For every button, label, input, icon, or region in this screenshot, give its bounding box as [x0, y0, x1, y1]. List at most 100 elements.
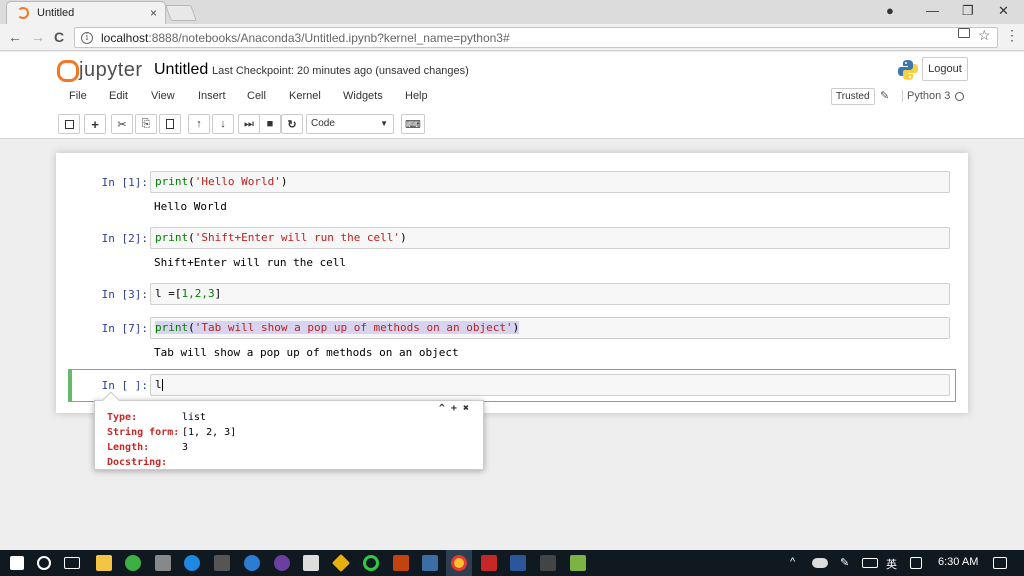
- tab-close-icon[interactable]: ×: [150, 6, 157, 20]
- cell-input[interactable]: l =[1,2,3]: [150, 283, 950, 305]
- cell-input[interactable]: print('Shift+Enter will run the cell'): [150, 227, 950, 249]
- code-cell[interactable]: In [7]: print('Tab will show a pop up of…: [68, 317, 952, 362]
- menu-view[interactable]: View: [151, 90, 175, 102]
- edge-browser-icon[interactable]: [184, 555, 200, 571]
- move-down-button[interactable]: ↓: [212, 114, 234, 134]
- edit-mode-pencil-icon: ✎: [880, 90, 890, 102]
- notebook-name[interactable]: Untitled: [154, 61, 208, 79]
- cell-input[interactable]: l: [150, 374, 950, 396]
- code-cell[interactable]: In [1]: print('Hello World') Hello World: [68, 171, 952, 216]
- app-icon[interactable]: [393, 555, 409, 571]
- logout-button[interactable]: Logout: [922, 57, 968, 81]
- sticky-app-icon[interactable]: [331, 553, 351, 573]
- pen-icon[interactable]: ✎: [840, 556, 849, 569]
- forward-button[interactable]: →: [31, 29, 45, 45]
- command-palette-button[interactable]: ⌨: [401, 114, 425, 134]
- terminal-icon[interactable]: [540, 555, 556, 571]
- menu-help[interactable]: Help: [405, 90, 428, 102]
- bookmark-star-icon[interactable]: ☆: [978, 27, 991, 44]
- new-tab-button[interactable]: [165, 5, 197, 21]
- notebook-container: In [1]: print('Hello World') Hello World…: [56, 153, 968, 413]
- code-cell[interactable]: In [3]: l =[1,2,3]: [68, 283, 952, 307]
- cast-icon[interactable]: [958, 28, 970, 38]
- code-text: l: [155, 378, 162, 391]
- browser-tab[interactable]: Untitled ×: [6, 1, 166, 24]
- code-fn: print: [155, 231, 189, 244]
- url-host: localhost: [101, 30, 149, 45]
- browser-menu-icon[interactable]: ⋮: [1005, 27, 1019, 44]
- chat-app-icon[interactable]: [125, 555, 141, 571]
- store-icon[interactable]: [214, 555, 230, 571]
- kernel-name[interactable]: Python 3: [902, 90, 950, 102]
- cut-button[interactable]: ✂: [111, 114, 133, 134]
- insert-cell-button[interactable]: +: [84, 114, 106, 134]
- jupyter-favicon-icon: [17, 7, 29, 19]
- input-mode-icon[interactable]: [910, 557, 922, 569]
- menu-file[interactable]: File: [69, 90, 87, 102]
- account-icon[interactable]: ●: [886, 3, 894, 18]
- menu-edit[interactable]: Edit: [109, 90, 128, 102]
- restart-button[interactable]: ↻: [281, 114, 303, 134]
- tooltip-row-type: Type: list: [107, 412, 206, 423]
- info-icon[interactable]: i: [81, 31, 93, 44]
- tooltip-controls[interactable]: ^ + ✖: [439, 403, 469, 414]
- active-code-cell[interactable]: In [ ]: l: [68, 369, 956, 402]
- internet-explorer-icon[interactable]: [244, 555, 260, 571]
- back-button[interactable]: ←: [8, 29, 22, 45]
- interrupt-button[interactable]: ■: [259, 114, 281, 134]
- chevron-up-icon[interactable]: ^: [790, 556, 795, 568]
- jupyter-logo[interactable]: jupyter: [56, 59, 143, 82]
- cell-type-select[interactable]: Code ▼: [306, 114, 394, 134]
- cell-output: Shift+Enter will run the cell: [154, 256, 347, 269]
- onedrive-icon[interactable]: [812, 558, 828, 568]
- code-string: 'Hello World': [194, 175, 281, 188]
- menu-widgets[interactable]: Widgets: [343, 90, 383, 102]
- kernel-status-icon: [955, 92, 964, 101]
- minimize-button[interactable]: —: [926, 3, 939, 18]
- copy-button[interactable]: ⎘: [135, 114, 157, 134]
- cell-input[interactable]: print('Hello World'): [150, 171, 950, 193]
- chevron-down-icon: ▼: [380, 119, 388, 128]
- task-view-icon[interactable]: [64, 557, 80, 569]
- tab-title: Untitled: [37, 7, 75, 19]
- window-close-button[interactable]: ✕: [998, 3, 1009, 19]
- tooltip-type-value: list: [182, 412, 207, 423]
- code-fn: print: [155, 321, 189, 334]
- menu-kernel[interactable]: Kernel: [289, 90, 321, 102]
- tooltip-length-value: 3: [182, 442, 189, 453]
- run-button[interactable]: ⏭: [238, 114, 260, 134]
- word-icon[interactable]: [510, 555, 526, 571]
- menu-insert[interactable]: Insert: [198, 90, 226, 102]
- image-viewer-icon[interactable]: [570, 555, 586, 571]
- code-post: ]: [214, 287, 222, 300]
- notifications-icon[interactable]: [993, 557, 1007, 569]
- shield-icon[interactable]: [481, 555, 497, 571]
- mail-icon[interactable]: [303, 555, 319, 571]
- media-app-icon[interactable]: [274, 555, 290, 571]
- app-icon-2[interactable]: [422, 555, 438, 571]
- ime-indicator[interactable]: 英: [886, 556, 897, 572]
- code-cell[interactable]: In [2]: print('Shift+Enter will run the …: [68, 227, 952, 272]
- save-button[interactable]: [58, 114, 80, 134]
- windows-start-icon[interactable]: [10, 556, 24, 570]
- paint-icon[interactable]: [155, 555, 171, 571]
- file-explorer-icon[interactable]: [96, 555, 112, 571]
- tooltip-row-length: Length: 3: [107, 442, 188, 453]
- save-icon: [64, 119, 74, 129]
- search-icon[interactable]: [37, 556, 51, 570]
- menu-cell[interactable]: Cell: [247, 90, 266, 102]
- tooltip-doc-label: Docstring:: [107, 457, 168, 468]
- clock-time[interactable]: 6:30 AM: [938, 556, 978, 568]
- cell-input[interactable]: print('Tab will show a pop up of methods…: [150, 317, 950, 339]
- code-pre: l =[: [155, 287, 182, 300]
- paste-button[interactable]: [159, 114, 181, 134]
- spotify-icon[interactable]: [363, 555, 379, 571]
- reload-button[interactable]: C: [54, 29, 64, 45]
- move-up-button[interactable]: ↑: [188, 114, 210, 134]
- trusted-badge[interactable]: Trusted: [831, 88, 875, 105]
- keyboard-icon[interactable]: [862, 558, 878, 568]
- url-input[interactable]: i localhost:8888/notebooks/Anaconda3/Unt…: [74, 27, 998, 48]
- restore-button[interactable]: ❐: [962, 3, 974, 19]
- code-numbers: 1,2,3: [181, 287, 215, 300]
- cell-output: Hello World: [154, 200, 227, 213]
